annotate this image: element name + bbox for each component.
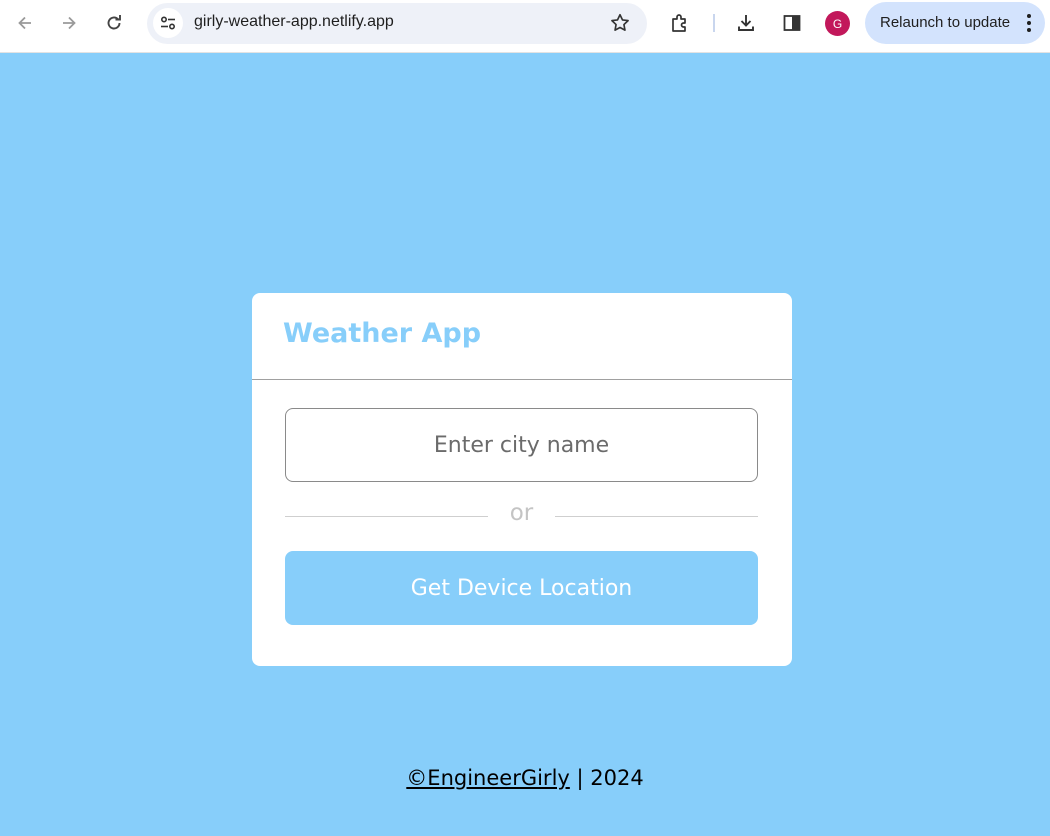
footer-year: | 2024 bbox=[569, 766, 644, 790]
or-separator: or bbox=[285, 500, 758, 534]
forward-arrow-icon[interactable] bbox=[53, 7, 85, 39]
back-arrow-icon[interactable] bbox=[9, 7, 41, 39]
or-text: or bbox=[509, 500, 534, 526]
url-text[interactable]: girly-weather-app.netlify.app bbox=[194, 13, 394, 31]
app-title: Weather App bbox=[283, 318, 482, 349]
weather-card: Weather App or Get Device Location bbox=[252, 293, 792, 666]
download-icon[interactable] bbox=[730, 7, 762, 39]
profile-avatar[interactable]: G bbox=[825, 11, 850, 36]
get-device-location-button[interactable]: Get Device Location bbox=[285, 551, 758, 625]
author-link[interactable]: ©EngineerGirly bbox=[406, 766, 570, 790]
footer: ©EngineerGirly | 2024 bbox=[0, 766, 1050, 790]
toolbar-divider bbox=[713, 14, 715, 32]
relaunch-button[interactable]: Relaunch to update bbox=[865, 2, 1045, 44]
bookmark-star-icon[interactable] bbox=[609, 12, 631, 34]
reload-icon[interactable] bbox=[98, 7, 130, 39]
header-divider bbox=[252, 379, 792, 380]
more-vert-icon[interactable] bbox=[1027, 14, 1031, 32]
city-input[interactable] bbox=[285, 408, 758, 482]
address-bar[interactable]: girly-weather-app.netlify.app bbox=[147, 3, 647, 44]
site-info-icon[interactable] bbox=[153, 8, 183, 38]
side-panel-icon[interactable] bbox=[776, 7, 808, 39]
extensions-icon[interactable] bbox=[664, 7, 696, 39]
browser-toolbar: girly-weather-app.netlify.app G Relaunch… bbox=[0, 0, 1050, 53]
separator-line-right bbox=[555, 516, 758, 517]
relaunch-label: Relaunch to update bbox=[880, 14, 1011, 31]
